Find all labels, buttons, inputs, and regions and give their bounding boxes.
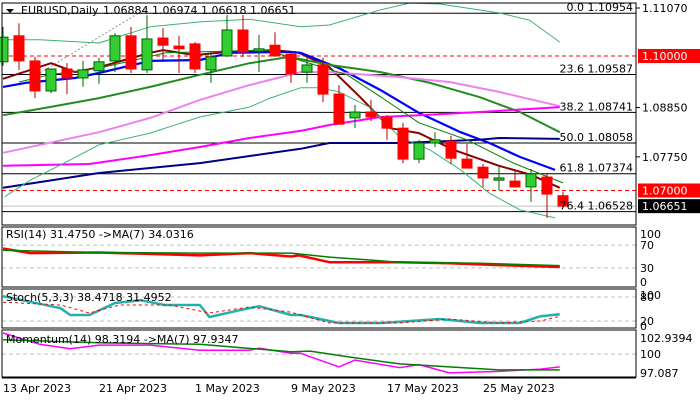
price-tag-label: 1.10000: [642, 50, 688, 63]
candle: [397, 122, 409, 164]
indicator-y-label: 80: [640, 291, 654, 304]
candle-body: [221, 29, 233, 57]
candle-body: [381, 116, 393, 129]
candle-body: [509, 180, 521, 188]
indicator-y-label: 100: [640, 348, 661, 361]
candle-body: [397, 127, 409, 160]
price-tag: 1.10000: [638, 48, 700, 63]
fib-label: 38.2 1.08741: [560, 100, 633, 113]
x-tick-label: 13 Apr 2023: [3, 382, 71, 395]
price-tag: 1.06651: [638, 199, 700, 214]
indicator-y-label: 102.9394: [640, 332, 693, 345]
x-tick-label: 1 May 2023: [195, 382, 260, 395]
candle-body: [525, 173, 537, 188]
price-tag-label: 1.06651: [642, 200, 688, 213]
fib-label: 76.4 1.06528: [560, 200, 633, 213]
candle-body: [285, 53, 297, 75]
candle-body: [45, 68, 57, 92]
candle-body: [477, 166, 489, 179]
candle-body: [541, 176, 553, 195]
price-tag-label: 1.07000: [642, 184, 688, 197]
candle-body: [461, 158, 473, 169]
candle-body: [13, 35, 25, 62]
candle-body: [205, 56, 217, 71]
trading-chart[interactable]: 0.0 1.1095423.6 1.0958738.2 1.0874150.0 …: [0, 0, 700, 400]
candle-body: [493, 177, 505, 181]
candle-body: [333, 93, 345, 125]
x-tick-label: 17 May 2023: [387, 382, 459, 395]
candle-body: [301, 64, 313, 73]
x-tick-label: 9 May 2023: [291, 382, 356, 395]
price-tag: 1.07000: [638, 183, 700, 198]
indicator-y-label: 70: [640, 239, 654, 252]
indicator-y-label: 30: [640, 262, 654, 275]
indicator-label: Momentum(14) 98.3194 ->MA(7) 97.9347: [6, 333, 239, 346]
candle: [189, 42, 201, 74]
indicator-label: RSI(14) 31.4750 ->MA(7) 34.0316: [6, 228, 194, 241]
fib-label: 23.6 1.09587: [560, 62, 633, 75]
y-tick-label: 1.07750: [642, 151, 688, 164]
candle-body: [365, 111, 377, 118]
y-tick-label: 1.08850: [642, 102, 688, 115]
candle-body: [317, 64, 329, 95]
fib-label: 50.0 1.08058: [560, 131, 633, 144]
candle-body: [429, 139, 441, 144]
indicator-y-label: 0: [640, 276, 647, 289]
indicator-label: Stoch(5,3,3) 38.4718 31.4952: [6, 291, 172, 304]
candle-body: [141, 38, 153, 71]
candle-body: [237, 29, 249, 53]
candle-body: [61, 68, 73, 79]
symbol-label: EURUSD,Daily: [21, 4, 99, 17]
candle-body: [413, 142, 425, 160]
x-tick-label: 21 Apr 2023: [99, 382, 167, 395]
candle-body: [77, 69, 89, 79]
candle-body: [445, 140, 457, 159]
ohlc-label: 1.06884 1.06974 1.06618 1.06651: [103, 4, 295, 17]
candle-body: [189, 43, 201, 70]
candle-body: [253, 48, 265, 52]
y-tick-label: 1.11070: [642, 2, 688, 15]
candle-body: [109, 35, 121, 62]
candle-body: [157, 37, 169, 46]
x-tick-label: 25 May 2023: [483, 382, 555, 395]
fib-label: 61.8 1.07374: [560, 162, 633, 175]
candle-body: [125, 35, 137, 70]
candle-body: [269, 44, 281, 57]
candle-body: [29, 60, 41, 92]
candle-body: [93, 61, 105, 72]
candle-body: [173, 45, 185, 50]
indicator-y-label: 97.087: [640, 367, 679, 380]
candle: [45, 68, 57, 94]
candle-body: [0, 36, 9, 63]
candle-body: [349, 111, 361, 119]
